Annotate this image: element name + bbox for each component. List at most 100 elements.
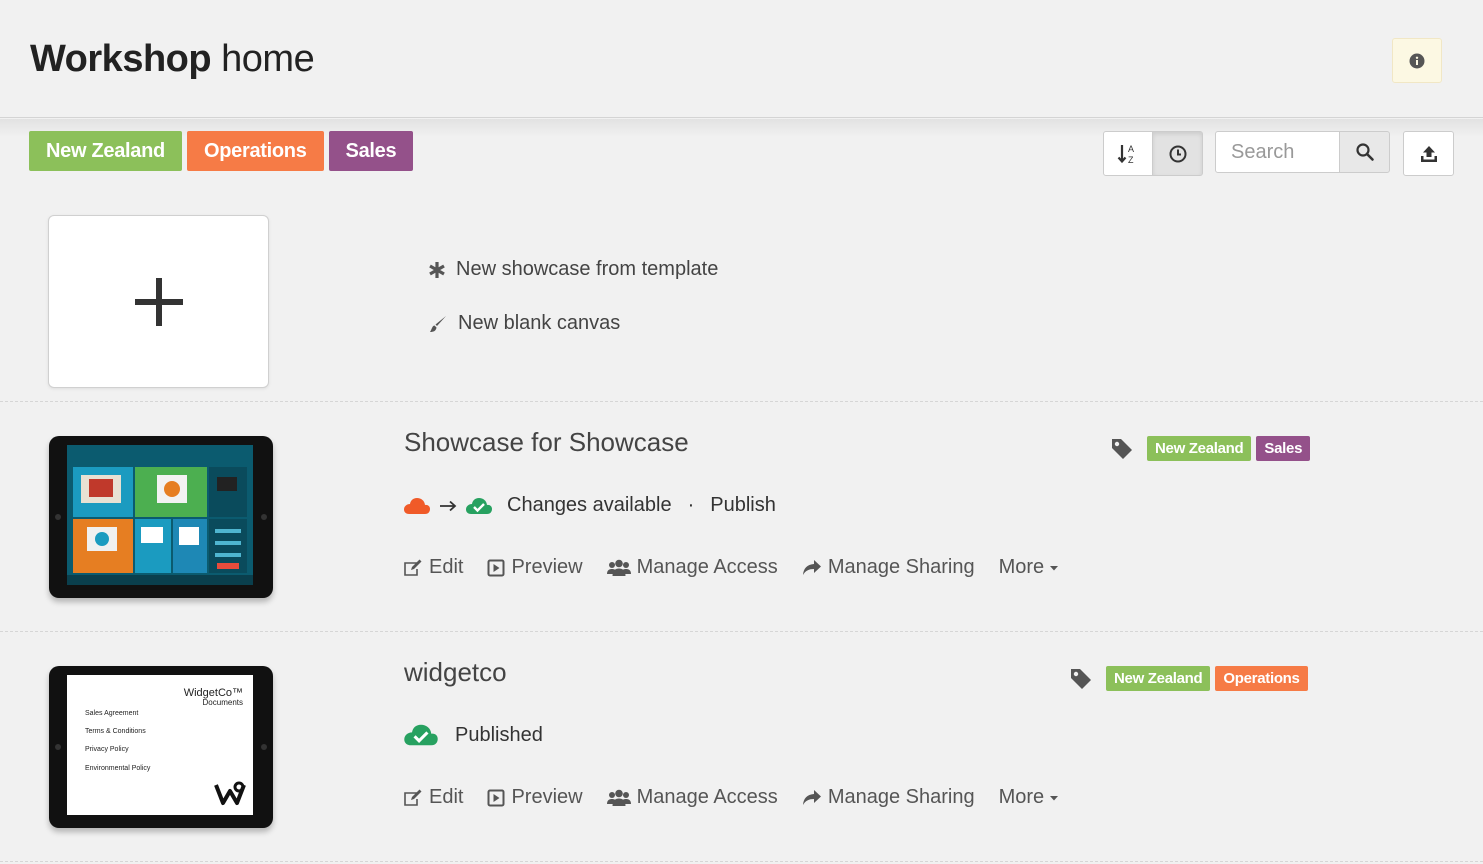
widgetco-logo — [214, 781, 246, 805]
tag-icon — [1112, 438, 1132, 459]
more-dropdown[interactable]: More — [999, 556, 1061, 579]
preview-button[interactable]: Preview — [487, 786, 583, 809]
preview-button[interactable]: Preview — [487, 556, 583, 579]
manage-sharing-label: Manage Sharing — [827, 556, 975, 578]
status-text: Changes available — [507, 494, 672, 516]
caret-down-icon — [1050, 795, 1059, 800]
play-square-icon — [487, 789, 505, 806]
item-tags: New Zealand Sales — [1110, 436, 1311, 461]
device-home-button — [261, 514, 267, 520]
device-home-button — [261, 744, 267, 750]
filter-tag-new-zealand[interactable]: New Zealand — [29, 131, 182, 171]
doc-line: Terms & Conditions — [85, 728, 146, 735]
item-title[interactable]: widgetco — [404, 657, 507, 688]
info-button[interactable] — [1392, 38, 1442, 83]
page-title-bold: Workshop — [30, 38, 212, 80]
manage-sharing-button[interactable]: Manage Sharing — [802, 786, 975, 809]
sort-button-group: A Z — [1103, 131, 1203, 176]
clock-icon — [1169, 145, 1186, 162]
preview-label: Preview — [511, 556, 583, 578]
publish-status: Published — [403, 722, 543, 748]
preview-label: Preview — [511, 786, 583, 808]
more-label: More — [998, 786, 1045, 808]
widgetco-brand: WidgetCo™ Documents — [183, 687, 243, 708]
item-tag-sales[interactable]: Sales — [1256, 436, 1311, 461]
item-tag-new-zealand[interactable]: New Zealand — [1106, 666, 1211, 691]
filter-tag-sales[interactable]: Sales — [328, 131, 414, 171]
page-title: Workshop home — [30, 38, 315, 81]
divider — [0, 861, 1483, 862]
cloud-published-icon — [404, 724, 438, 746]
doc-line: Sales Agreement — [85, 710, 139, 717]
manage-access-label: Manage Access — [636, 556, 778, 578]
asterisk-icon — [429, 261, 445, 278]
item-tag-new-zealand[interactable]: New Zealand — [1147, 436, 1252, 461]
publish-status: Changes available · Publish — [403, 494, 776, 517]
page-header: Workshop home — [0, 0, 1483, 118]
manage-sharing-label: Manage Sharing — [827, 786, 975, 808]
search-input[interactable] — [1215, 131, 1340, 173]
widgetco-thumbnail-screen: WidgetCo™ Documents Sales Agreement Term… — [67, 675, 253, 815]
manage-access-button[interactable]: Manage Access — [606, 556, 778, 579]
item-tag-operations[interactable]: Operations — [1215, 666, 1308, 691]
publish-link[interactable]: Publish — [710, 494, 776, 517]
users-icon — [606, 559, 631, 576]
filter-tag-operations[interactable]: Operations — [186, 131, 324, 171]
upload-icon — [1420, 145, 1437, 162]
info-circle-icon — [1409, 53, 1425, 68]
sort-alpha-icon: A Z — [1117, 144, 1134, 165]
tag-filters: New Zealand Operations Sales — [29, 131, 414, 171]
more-label: More — [998, 556, 1045, 578]
divider — [0, 401, 1483, 402]
item-title[interactable]: Showcase for Showcase — [404, 427, 689, 458]
showcase-thumbnail[interactable] — [49, 436, 273, 598]
edit-button[interactable]: Edit — [403, 786, 463, 809]
manage-access-button[interactable]: Manage Access — [606, 786, 778, 809]
svg-text:Z: Z — [1128, 155, 1134, 165]
sort-recent-button[interactable] — [1153, 131, 1203, 176]
more-dropdown[interactable]: More — [999, 786, 1061, 809]
tag-icon — [1071, 668, 1091, 689]
share-icon — [802, 559, 821, 575]
caret-down-icon — [1050, 565, 1059, 570]
item-actions: Edit Preview Manage Access Manage Sharin… — [403, 556, 1084, 579]
manage-sharing-button[interactable]: Manage Sharing — [802, 556, 975, 579]
search-icon — [1355, 143, 1374, 161]
new-from-template-label: New showcase from template — [456, 258, 719, 280]
new-blank-canvas-label: New blank canvas — [458, 312, 621, 334]
edit-icon — [404, 559, 422, 576]
edit-icon — [404, 789, 422, 806]
showcase-thumbnail-screen — [67, 445, 253, 585]
doc-line: Privacy Policy — [85, 746, 129, 753]
sort-alpha-button[interactable]: A Z — [1103, 131, 1153, 176]
search-button[interactable] — [1339, 131, 1390, 173]
showcase-preview-graphic — [67, 445, 253, 585]
upload-button[interactable] — [1403, 131, 1454, 176]
edit-button[interactable]: Edit — [403, 556, 463, 579]
widgetco-thumbnail[interactable]: WidgetCo™ Documents Sales Agreement Term… — [49, 666, 273, 828]
status-text: Published — [455, 723, 543, 746]
users-icon — [606, 789, 631, 806]
status-separator: · — [687, 494, 695, 516]
item-tags: New Zealand Operations — [1069, 666, 1308, 691]
device-camera — [55, 514, 61, 520]
svg-text:A: A — [1128, 144, 1134, 154]
item-actions: Edit Preview Manage Access Manage Sharin… — [403, 786, 1084, 809]
plus-icon — [134, 277, 183, 326]
device-camera — [55, 744, 61, 750]
new-from-template-link[interactable]: New showcase from template — [428, 258, 718, 281]
new-showcase-card[interactable] — [48, 215, 269, 388]
cloud-changes-icon — [404, 497, 430, 514]
widgetco-brand-name: WidgetCo™ — [183, 687, 243, 699]
widgetco-brand-subtitle: Documents — [202, 698, 243, 707]
page-title-light: home — [221, 38, 315, 80]
edit-label: Edit — [429, 786, 464, 808]
new-blank-canvas-link[interactable]: New blank canvas — [428, 312, 620, 335]
cloud-published-icon — [466, 497, 492, 514]
play-square-icon — [487, 559, 505, 576]
divider — [0, 631, 1483, 632]
arrow-right-icon — [440, 500, 457, 511]
brush-icon — [430, 315, 446, 332]
edit-label: Edit — [429, 556, 464, 578]
share-icon — [802, 789, 821, 805]
